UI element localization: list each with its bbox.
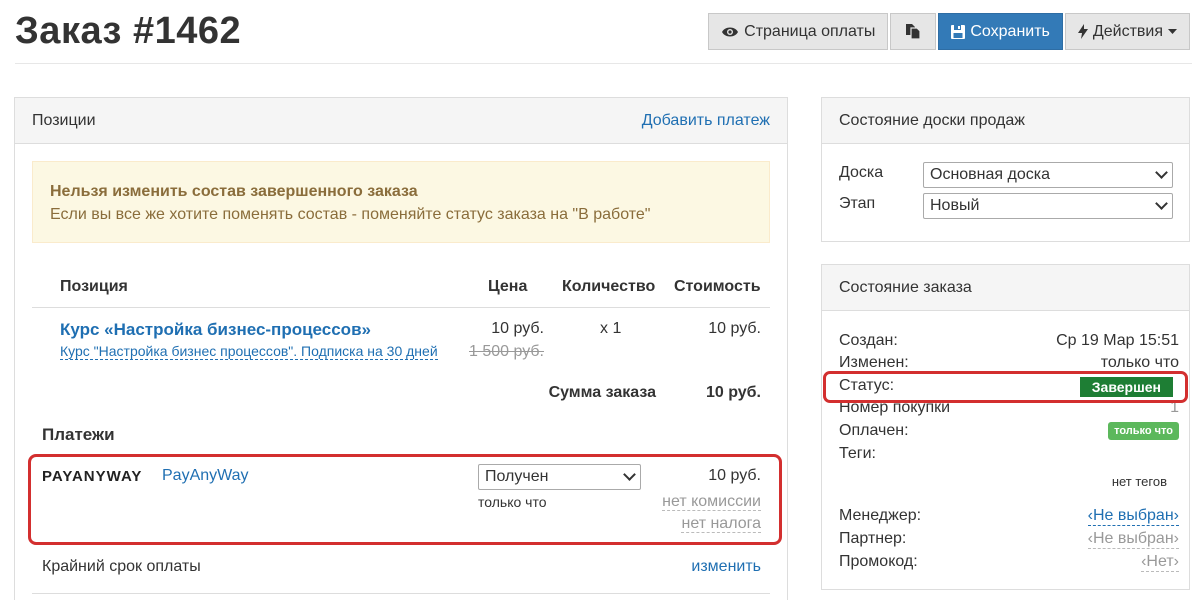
created-label: Создан:: [839, 332, 898, 349]
chevron-down-icon: [1155, 166, 1168, 179]
bolt-icon: [1077, 24, 1088, 39]
deadline-change-link[interactable]: изменить: [691, 558, 761, 575]
add-payment-link[interactable]: Добавить платеж: [642, 112, 770, 130]
board-select[interactable]: Основная доска: [923, 162, 1173, 188]
payanyway-logo: PAYANYWAY: [42, 468, 143, 485]
payment-amount: 10 руб.: [708, 467, 761, 484]
eye-icon: [721, 26, 739, 38]
page-title: Заказ #1462: [15, 10, 242, 52]
chevron-down-icon: [623, 468, 636, 481]
board-select-value: Основная доска: [930, 166, 1051, 183]
payment-page-button[interactable]: Страница оплаты: [708, 13, 889, 50]
manager-select-link[interactable]: ‹Не выбран›: [1087, 507, 1179, 526]
paid-badge: только что: [1108, 422, 1179, 440]
item-subtitle-link[interactable]: Курс "Настройка бизнес процессов". Подпи…: [60, 343, 438, 360]
changed-value: только что: [1100, 354, 1179, 371]
item-price: 10 руб.: [491, 320, 544, 337]
promo-label: Промокод:: [839, 553, 918, 570]
save-button[interactable]: Сохранить: [938, 13, 1063, 50]
col-cost: Стоимость: [674, 278, 761, 295]
tags-label: Теги:: [839, 445, 876, 462]
promo-select-link[interactable]: ‹Нет›: [1141, 553, 1179, 572]
copy-icon: [905, 23, 921, 40]
order-state-panel: Состояние заказа Создан: Ср 19 Мар 15:51…: [821, 264, 1190, 590]
tags-value: нет тегов: [1111, 474, 1167, 489]
manager-label: Менеджер:: [839, 507, 922, 524]
actions-label: Действия: [1092, 22, 1163, 40]
title-divider: [15, 63, 1192, 64]
partner-label: Партнер:: [839, 530, 907, 547]
positions-panel: Позиции Добавить платеж Нельзя изменить …: [14, 97, 788, 600]
positions-title: Позиции: [32, 111, 96, 129]
stage-select-value: Новый: [930, 197, 980, 214]
item-title-link[interactable]: Курс «Настройка бизнес-процессов»: [60, 320, 371, 340]
board-label: Доска: [839, 164, 884, 181]
payment-commission[interactable]: нет комиссии: [662, 493, 761, 511]
caret-down-icon: [1168, 29, 1177, 34]
col-price: Цена: [488, 278, 528, 295]
payment-time: только что: [478, 494, 547, 510]
payment-page-label: Страница оплаты: [744, 22, 876, 40]
copy-button[interactable]: [890, 13, 937, 50]
payment-provider: PayAnyWay: [162, 467, 249, 484]
positions-panel-header: Позиции Добавить платеж: [15, 98, 787, 144]
stage-label: Этап: [839, 195, 876, 212]
status-highlight-box: [823, 371, 1188, 403]
sales-board-header: Состояние доски продаж: [822, 98, 1189, 144]
alert-title: Нельзя изменить состав завершенного зака…: [50, 183, 418, 200]
deadline-label: Крайний срок оплаты: [42, 558, 201, 575]
paid-label: Оплачен:: [839, 422, 909, 439]
payment-status-value: Получен: [485, 468, 549, 485]
actions-dropdown[interactable]: Действия: [1064, 13, 1190, 50]
stage-select[interactable]: Новый: [923, 193, 1173, 219]
alert-text: Если вы все же хотите поменять состав - …: [50, 206, 651, 223]
save-icon: [951, 24, 966, 39]
col-position: Позиция: [60, 278, 128, 295]
sales-board-panel: Состояние доски продаж Доска Основная до…: [821, 97, 1190, 242]
item-quantity: x 1: [600, 320, 622, 337]
table-head-divider: [32, 307, 770, 308]
col-quantity: Количество: [562, 278, 656, 295]
changed-label: Изменен:: [839, 354, 909, 371]
deadline-divider: [32, 593, 770, 594]
save-label: Сохранить: [970, 22, 1050, 40]
created-value: Ср 19 Мар 15:51: [1056, 332, 1179, 349]
payments-title: Платежи: [42, 425, 115, 444]
order-sum-label: Сумма заказа: [548, 384, 656, 401]
order-state-title: Состояние заказа: [839, 278, 972, 296]
payment-tax[interactable]: нет налога: [681, 515, 761, 533]
locked-order-alert: Нельзя изменить состав завершенного зака…: [32, 161, 770, 243]
sales-board-title: Состояние доски продаж: [839, 111, 1025, 129]
item-old-price: 1 500 руб.: [469, 343, 544, 360]
item-cost: 10 руб.: [708, 320, 761, 337]
partner-select-link[interactable]: ‹Не выбран›: [1087, 530, 1179, 549]
payment-status-select[interactable]: Получен: [478, 464, 641, 490]
chevron-down-icon: [1155, 197, 1168, 210]
order-state-header: Состояние заказа: [822, 265, 1189, 311]
order-sum-value: 10 руб.: [705, 384, 761, 401]
toolbar: Страница оплаты Сохранить Действия: [708, 13, 1190, 50]
